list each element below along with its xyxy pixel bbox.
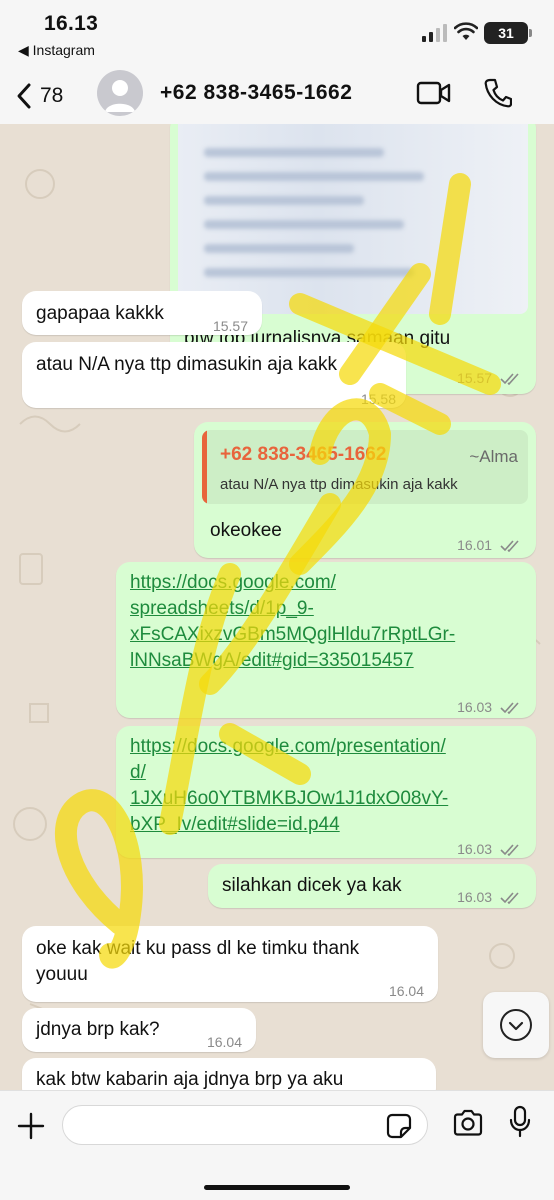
message-text: okeokee — [210, 520, 282, 541]
default-avatar-icon — [105, 80, 135, 112]
message-bubble[interactable]: jdnya brp kak? 16.04 — [22, 1008, 256, 1052]
message-time: 16.04 — [388, 983, 424, 999]
message-text: oke kak wait ku pass dl ke timku thank y… — [36, 938, 360, 985]
input-bar — [0, 1090, 554, 1200]
quoted-sender: +62 838-3465-1662 — [220, 444, 387, 465]
message-time: 16.03 — [457, 884, 520, 910]
quoted-alias: ~Alma — [469, 447, 518, 466]
message-time: 15.57 — [457, 365, 520, 391]
phone-icon — [484, 78, 513, 108]
sticker-button[interactable] — [386, 1113, 412, 1144]
battery-level: 31 — [484, 22, 528, 44]
status-bar: 16.13 ◀ Instagram 31 — [0, 0, 554, 64]
avatar[interactable] — [97, 70, 143, 116]
plus-icon — [17, 1112, 45, 1140]
message-time: 16.03 — [457, 836, 520, 862]
message-text: kak btw kabarin aja jdnya brp ya aku — [36, 1069, 344, 1090]
message-bubble[interactable]: https://docs.google.com/ spreadsheets/d/… — [116, 562, 536, 718]
signal-icon — [422, 24, 447, 42]
message-bubble[interactable]: +62 838-3465-1662 ~Alma atau N/A nya ttp… — [194, 422, 536, 558]
status-time: 16.13 — [44, 12, 99, 35]
message-link[interactable]: https://docs.google.com/ spreadsheets/d/… — [130, 570, 455, 674]
chevron-left-icon — [17, 83, 31, 109]
message-bubble[interactable]: oke kak wait ku pass dl ke timku thank y… — [22, 926, 438, 1002]
back-to-app-link[interactable]: ◀ Instagram — [18, 42, 95, 59]
unread-count: 78 — [40, 84, 64, 107]
message-text: atau N/A nya ttp dimasukin aja kakk — [36, 354, 337, 375]
message-bubble[interactable]: silahkan dicek ya kak 16.03 — [208, 864, 536, 908]
microphone-icon — [509, 1105, 531, 1138]
message-time: 16.04 — [206, 1034, 242, 1050]
home-indicator — [204, 1185, 350, 1190]
voice-message-button[interactable] — [508, 1105, 532, 1144]
message-time: 16.01 — [457, 532, 520, 558]
message-time: 15.57 — [212, 318, 248, 334]
double-check-icon — [500, 373, 519, 386]
battery-icon: 31 — [484, 22, 534, 44]
message-text: silahkan dicek ya kak — [222, 875, 402, 896]
chat-area[interactable]: btw top jurnalisnya samaan gitu 2 2 2 si… — [0, 124, 554, 1090]
image-attachment[interactable] — [178, 124, 528, 314]
message-bubble[interactable]: gapapaa kakkk 15.57 — [22, 291, 262, 335]
message-bubble[interactable]: kak btw kabarin aja jdnya brp ya aku — [22, 1058, 436, 1090]
quoted-message[interactable]: +62 838-3465-1662 ~Alma atau N/A nya ttp… — [202, 430, 528, 504]
attach-button[interactable] — [16, 1111, 46, 1146]
message-text: gapapaa kakkk — [36, 303, 164, 324]
video-call-button[interactable] — [416, 80, 452, 111]
quoted-text: atau N/A nya ttp dimasukin aja kakk — [220, 476, 458, 493]
double-check-icon — [500, 892, 519, 905]
contact-name[interactable]: +62 838-3465-1662 — [160, 81, 352, 105]
chat-header: 78 +62 838-3465-1662 — [0, 64, 554, 124]
message-bubble[interactable]: https://docs.google.com/presentation/ d/… — [116, 726, 536, 858]
message-link[interactable]: https://docs.google.com/presentation/ d/… — [130, 734, 448, 838]
double-check-icon — [500, 844, 519, 857]
message-bubble[interactable]: atau N/A nya ttp dimasukin aja kakk 15.5… — [22, 342, 406, 408]
back-button[interactable]: 78 — [16, 80, 76, 112]
status-icons: 31 — [394, 22, 534, 44]
camera-icon — [453, 1109, 483, 1136]
voice-call-button[interactable] — [484, 78, 513, 113]
message-input[interactable] — [62, 1105, 428, 1145]
double-check-icon — [500, 540, 519, 553]
chevron-down-icon — [508, 1021, 524, 1031]
double-check-icon — [500, 702, 519, 715]
message-time: 16.03 — [457, 694, 520, 720]
video-camera-icon — [416, 81, 451, 105]
sticker-icon — [386, 1113, 412, 1139]
message-time: 15.58 — [360, 391, 396, 407]
camera-button[interactable] — [452, 1109, 484, 1142]
scroll-to-bottom-button[interactable] — [483, 992, 549, 1058]
wifi-icon — [454, 22, 478, 40]
message-text: jdnya brp kak? — [36, 1019, 160, 1040]
